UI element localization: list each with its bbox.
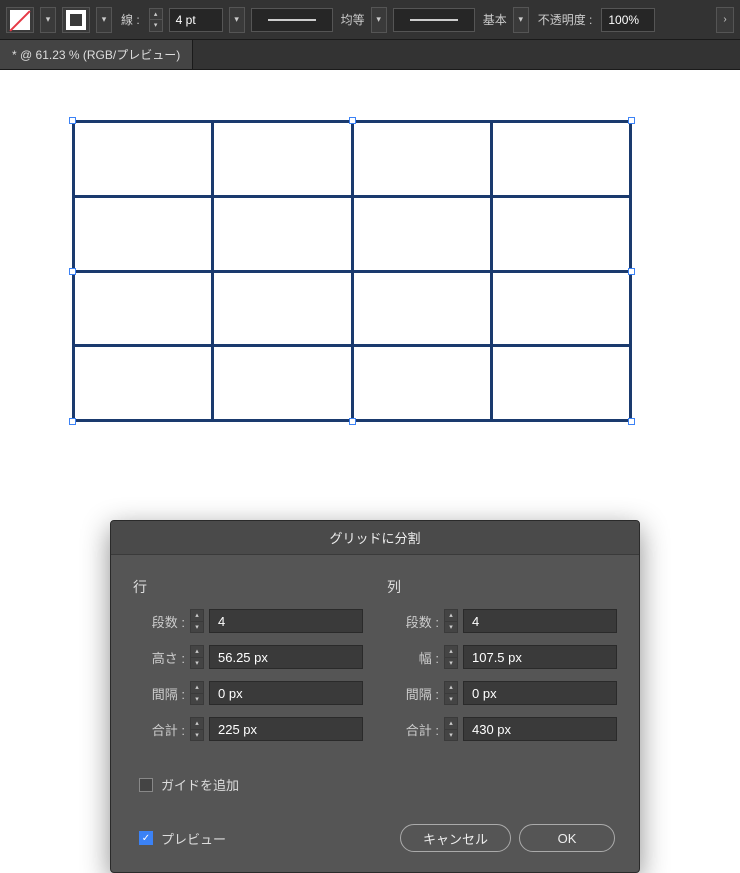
grid-table bbox=[72, 120, 632, 422]
col-gutter-label: 間隔 : bbox=[387, 684, 439, 703]
fill-dropdown[interactable]: ▾ bbox=[40, 7, 56, 33]
add-guides-checkbox[interactable] bbox=[139, 778, 153, 792]
grid-object[interactable] bbox=[72, 120, 632, 422]
col-gutter-stepper[interactable]: ▴▾ bbox=[444, 681, 458, 705]
stroke-weight-stepper[interactable]: ▴▾ bbox=[149, 8, 163, 32]
selection-handle[interactable] bbox=[349, 117, 356, 124]
add-guides-label: ガイドを追加 bbox=[161, 775, 239, 794]
stroke-profile-preview[interactable] bbox=[251, 8, 333, 32]
toolbar-more-icon[interactable]: › bbox=[716, 7, 734, 33]
document-tab-bar: * @ 61.23 % (RGB/プレビュー) bbox=[0, 40, 740, 70]
columns-section-title: 列 bbox=[387, 577, 617, 597]
col-count-stepper[interactable]: ▴▾ bbox=[444, 609, 458, 633]
row-height-stepper[interactable]: ▴▾ bbox=[190, 645, 204, 669]
stroke-profile-label: 均等 bbox=[341, 11, 365, 28]
col-total-stepper[interactable]: ▴▾ bbox=[444, 717, 458, 741]
col-count-label: 段数 : bbox=[387, 612, 439, 631]
stroke-weight-dropdown[interactable]: ▾ bbox=[229, 7, 245, 33]
col-total-label: 合計 : bbox=[387, 720, 439, 739]
selection-handle[interactable] bbox=[628, 418, 635, 425]
row-gutter-stepper[interactable]: ▴▾ bbox=[190, 681, 204, 705]
selection-handle[interactable] bbox=[69, 418, 76, 425]
brush-label: 基本 bbox=[483, 11, 507, 28]
preview-label: プレビュー bbox=[161, 829, 226, 848]
selection-handle[interactable] bbox=[69, 117, 76, 124]
selection-handle[interactable] bbox=[349, 418, 356, 425]
brush-preview[interactable] bbox=[393, 8, 475, 32]
row-height-input[interactable]: 56.25 px bbox=[209, 645, 363, 669]
row-count-label: 段数 : bbox=[133, 612, 185, 631]
columns-section: 列 段数 : ▴▾ 4 幅 : ▴▾ 107.5 px 間隔 : ▴▾ 0 px bbox=[387, 577, 617, 753]
opacity-label: 不透明度 : bbox=[538, 11, 593, 28]
col-width-stepper[interactable]: ▴▾ bbox=[444, 645, 458, 669]
stroke-swatch[interactable] bbox=[62, 7, 90, 33]
row-count-stepper[interactable]: ▴▾ bbox=[190, 609, 204, 633]
fill-swatch[interactable] bbox=[6, 7, 34, 33]
row-gutter-input[interactable]: 0 px bbox=[209, 681, 363, 705]
rows-section-title: 行 bbox=[133, 577, 363, 597]
selection-handle[interactable] bbox=[628, 117, 635, 124]
document-tab[interactable]: * @ 61.23 % (RGB/プレビュー) bbox=[0, 40, 193, 69]
cancel-button[interactable]: キャンセル bbox=[400, 824, 511, 852]
col-width-label: 幅 : bbox=[387, 648, 439, 667]
selection-handle[interactable] bbox=[69, 268, 76, 275]
brush-dropdown[interactable]: ▾ bbox=[513, 7, 529, 33]
stroke-weight-input[interactable]: 4 pt bbox=[169, 8, 223, 32]
row-total-stepper[interactable]: ▴▾ bbox=[190, 717, 204, 741]
properties-toolbar: ▾ ▾ 線 : ▴▾ 4 pt ▾ 均等 ▾ 基本 ▾ 不透明度 : 100% … bbox=[0, 0, 740, 40]
canvas[interactable]: グリッドに分割 行 段数 : ▴▾ 4 高さ : ▴▾ 56.25 px 間隔 … bbox=[0, 70, 740, 864]
col-gutter-input[interactable]: 0 px bbox=[463, 681, 617, 705]
col-width-input[interactable]: 107.5 px bbox=[463, 645, 617, 669]
col-count-input[interactable]: 4 bbox=[463, 609, 617, 633]
col-total-input[interactable]: 430 px bbox=[463, 717, 617, 741]
row-count-input[interactable]: 4 bbox=[209, 609, 363, 633]
row-total-label: 合計 : bbox=[133, 720, 185, 739]
rows-section: 行 段数 : ▴▾ 4 高さ : ▴▾ 56.25 px 間隔 : ▴▾ 0 p… bbox=[133, 577, 363, 753]
preview-checkbox[interactable]: ✓ bbox=[139, 831, 153, 845]
ok-button[interactable]: OK bbox=[519, 824, 615, 852]
stroke-label: 線 : bbox=[121, 11, 140, 28]
row-height-label: 高さ : bbox=[133, 648, 185, 667]
selection-handle[interactable] bbox=[628, 268, 635, 275]
split-into-grid-dialog: グリッドに分割 行 段数 : ▴▾ 4 高さ : ▴▾ 56.25 px 間隔 … bbox=[110, 520, 640, 873]
opacity-input[interactable]: 100% bbox=[601, 8, 655, 32]
stroke-dropdown[interactable]: ▾ bbox=[96, 7, 112, 33]
dialog-title: グリッドに分割 bbox=[111, 521, 639, 555]
stroke-profile-dropdown[interactable]: ▾ bbox=[371, 7, 387, 33]
row-gutter-label: 間隔 : bbox=[133, 684, 185, 703]
row-total-input[interactable]: 225 px bbox=[209, 717, 363, 741]
